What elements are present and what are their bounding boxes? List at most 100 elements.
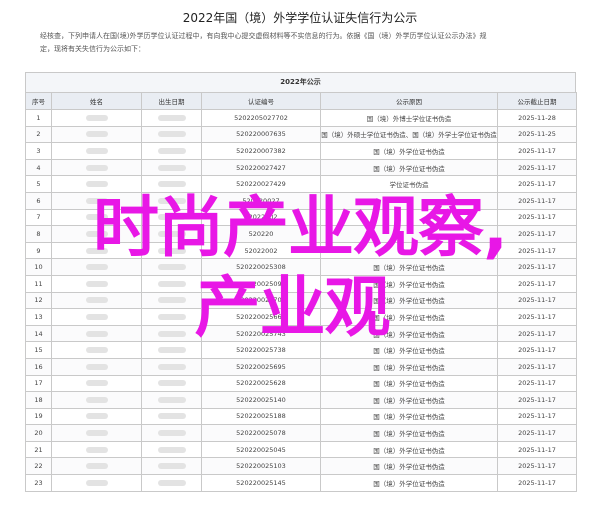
cell-reason: 国（境）外学位证书伪造 xyxy=(320,440,498,459)
cell-reason: 国（境）外学位证书伪造 xyxy=(320,142,498,160)
redacted-mark xyxy=(157,297,186,304)
cell-cert-no: 520220027427 xyxy=(201,158,321,177)
redacted-mark xyxy=(157,313,186,320)
cell-birthdate xyxy=(141,374,202,393)
cell-name xyxy=(51,158,142,177)
cell-deadline: 2025-11-17 xyxy=(497,258,577,276)
redacted-mark xyxy=(157,280,186,287)
cell-deadline: 2025-11-17 xyxy=(497,208,577,227)
cell-no: 4 xyxy=(25,158,52,177)
table-row: 5 520220027429 学位证书伪造 2025-11-17 xyxy=(25,175,577,193)
redacted-mark xyxy=(157,330,186,337)
cell-reason xyxy=(320,225,498,243)
cell-no: 23 xyxy=(25,474,52,492)
cell-cert-no: 520220025743 xyxy=(201,324,321,343)
cell-name xyxy=(51,457,142,476)
cell-no: 13 xyxy=(25,308,52,326)
cell-reason: 国（境）外学位证书伪造 xyxy=(320,407,498,426)
cell-no: 3 xyxy=(25,142,52,160)
cell-deadline: 2025-11-17 xyxy=(497,407,577,426)
cell-name xyxy=(51,391,142,409)
header-deadline: 公示截止日期 xyxy=(497,92,577,110)
table-row: 17 520220025628 国（境）外学位证书伪造 2025-11-17 xyxy=(25,374,577,393)
cell-reason xyxy=(320,241,498,260)
cell-cert-no: 520220025092 xyxy=(201,274,321,293)
cell-cert-no: 520220027429 xyxy=(201,175,321,193)
cell-reason: 学位证书伪造 xyxy=(320,175,498,193)
cell-reason: 国（境）外学位证书伪造 xyxy=(320,457,498,476)
cell-cert-no: 520220007382 xyxy=(201,142,321,160)
cell-birthdate xyxy=(141,258,202,276)
redacted-mark xyxy=(85,280,108,287)
cell-no: 5 xyxy=(25,175,52,193)
disclosure-table: 序号 姓名 出生日期 认证编号 公示原因 公示截止日期 1 52022050277… xyxy=(25,92,577,492)
table-row: 18 520220025140 国（境）外学位证书伪造 2025-11-17 xyxy=(25,391,577,409)
redacted-mark xyxy=(157,479,186,486)
cell-cert-no: 520220025103 xyxy=(201,457,321,476)
cell-name xyxy=(51,208,142,227)
cell-deadline: 2025-11-28 xyxy=(497,109,577,127)
cell-birthdate xyxy=(141,208,202,227)
redacted-mark xyxy=(157,430,186,437)
redacted-mark xyxy=(85,430,108,437)
cell-cert-no: 520220025628 xyxy=(201,374,321,393)
cell-no: 21 xyxy=(25,440,52,459)
cell-no: 16 xyxy=(25,357,52,376)
cell-reason: 国（境）外学位证书伪造 xyxy=(320,391,498,409)
cell-birthdate xyxy=(141,407,202,426)
cell-cert-no: 520220 xyxy=(201,225,321,243)
cell-cert-no: 5202205027702 xyxy=(201,109,321,127)
redacted-mark xyxy=(157,347,186,354)
redacted-mark xyxy=(85,264,108,271)
redacted-mark xyxy=(85,347,108,354)
cell-cert-no: 520220025695 xyxy=(201,357,321,376)
cell-no: 17 xyxy=(25,374,52,393)
cell-name xyxy=(51,175,142,193)
cell-reason: 国（境）外学位证书伪造 xyxy=(320,158,498,177)
redacted-mark xyxy=(157,446,186,453)
cell-birthdate xyxy=(141,274,202,293)
redacted-mark xyxy=(157,181,186,188)
redacted-mark xyxy=(85,214,108,221)
redacted-mark xyxy=(85,313,108,320)
table-row: 19 520220025188 国（境）外学位证书伪造 2025-11-17 xyxy=(25,407,577,426)
cell-name xyxy=(51,191,142,210)
cell-no: 20 xyxy=(25,424,52,442)
cell-deadline: 2025-11-17 xyxy=(497,241,577,260)
redacted-mark xyxy=(85,181,108,188)
cell-no: 10 xyxy=(25,258,52,276)
table-row: 1 5202205027702 国（境）外博士学位证书伪造 2025-11-28 xyxy=(25,109,577,127)
cell-no: 22 xyxy=(25,457,52,476)
table-row: 13 520220025662 国（境）外学位证书伪造 2025-11-17 xyxy=(25,308,577,326)
cell-name xyxy=(51,407,142,426)
cell-deadline: 2025-11-17 xyxy=(497,225,577,243)
redacted-mark xyxy=(157,230,186,237)
cell-birthdate xyxy=(141,191,202,210)
cell-no: 1 xyxy=(25,109,52,127)
redacted-mark xyxy=(157,164,186,171)
cell-no: 8 xyxy=(25,225,52,243)
table-row: 11 520220025092 国（境）外学位证书伪造 2025-11-17 xyxy=(25,274,577,293)
cell-deadline: 2025-11-17 xyxy=(497,274,577,293)
cell-name xyxy=(51,225,142,243)
redacted-mark xyxy=(85,330,108,337)
cell-name xyxy=(51,308,142,326)
cell-birthdate xyxy=(141,241,202,260)
cell-cert-no: 520220025145 xyxy=(201,474,321,492)
table-row: 6 520220027 2025-11-17 xyxy=(25,191,577,210)
redacted-mark xyxy=(85,131,108,138)
cell-no: 18 xyxy=(25,391,52,409)
cell-no: 19 xyxy=(25,407,52,426)
cell-reason: 国（境）外学位证书伪造 xyxy=(320,341,498,359)
cell-deadline: 2025-11-17 xyxy=(497,291,577,310)
cell-birthdate xyxy=(141,440,202,459)
cell-name xyxy=(51,424,142,442)
cell-birthdate xyxy=(141,109,202,127)
cell-birthdate xyxy=(141,125,202,144)
intro-line-2: 定，现将有关失信行为公示如下： xyxy=(40,45,145,53)
cell-name xyxy=(51,241,142,260)
table-row: 10 520220025308 国（境）外学位证书伪造 2025-11-17 xyxy=(25,258,577,276)
cell-cert-no: 520220025662 xyxy=(201,308,321,326)
cell-name xyxy=(51,109,142,127)
cell-deadline: 2025-11-17 xyxy=(497,391,577,409)
